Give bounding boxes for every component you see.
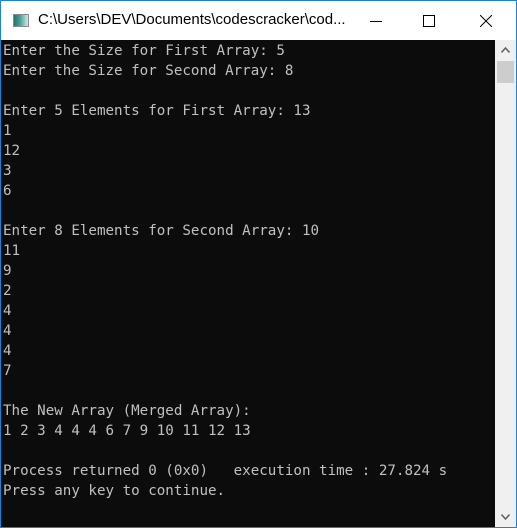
chevron-down-icon — [501, 514, 510, 520]
console-line: Enter the Size for Second Array: 8 — [3, 63, 294, 79]
console-line: Press any key to continue. — [3, 483, 226, 499]
console-line: 4 — [3, 303, 12, 319]
console-line: 4 — [3, 323, 12, 339]
minimize-icon — [370, 20, 382, 22]
scroll-down-button[interactable] — [495, 507, 516, 527]
window-title: C:\Users\DEV\Documents\codescracker\cod.… — [38, 11, 346, 28]
chevron-up-icon — [501, 47, 510, 53]
console-line: 12 — [3, 143, 21, 159]
scroll-thumb[interactable] — [497, 61, 514, 83]
console-app-icon — [13, 14, 29, 27]
console-line: Enter 5 Elements for First Array: 13 — [3, 103, 311, 119]
console-window: C:\Users\DEV\Documents\codescracker\cod.… — [0, 0, 517, 528]
console-line: The New Array (Merged Array): — [3, 403, 251, 419]
console-line: Enter 8 Elements for Second Array: 10 — [3, 223, 320, 239]
console-line: 1 — [3, 123, 12, 139]
console-line: Process returned 0 (0x0) execution time … — [3, 463, 448, 479]
console-line: 3 — [3, 163, 12, 179]
console-line: Enter the Size for First Array: 5 — [3, 43, 285, 59]
close-icon — [480, 14, 492, 27]
maximize-icon — [423, 14, 435, 27]
console-line: 6 — [3, 183, 12, 199]
close-button[interactable] — [463, 1, 509, 40]
minimize-button[interactable] — [353, 1, 399, 40]
title-bar[interactable]: C:\Users\DEV\Documents\codescracker\cod.… — [1, 1, 516, 40]
console-line: 1 2 3 4 4 4 6 7 9 10 11 12 13 — [3, 423, 251, 439]
console-line: 4 — [3, 343, 12, 359]
console-line: 9 — [3, 263, 12, 279]
console-line: 7 — [3, 363, 12, 379]
console-output[interactable]: Enter the Size for First Array: 5 Enter t… — [1, 40, 495, 527]
console-lines: Enter the Size for First Array: 5 Enter t… — [1, 40, 495, 501]
console-line: 2 — [3, 283, 12, 299]
scroll-up-button[interactable] — [495, 40, 516, 60]
maximize-button[interactable] — [406, 1, 452, 40]
vertical-scrollbar[interactable] — [495, 40, 516, 527]
console-line: 11 — [3, 243, 21, 259]
